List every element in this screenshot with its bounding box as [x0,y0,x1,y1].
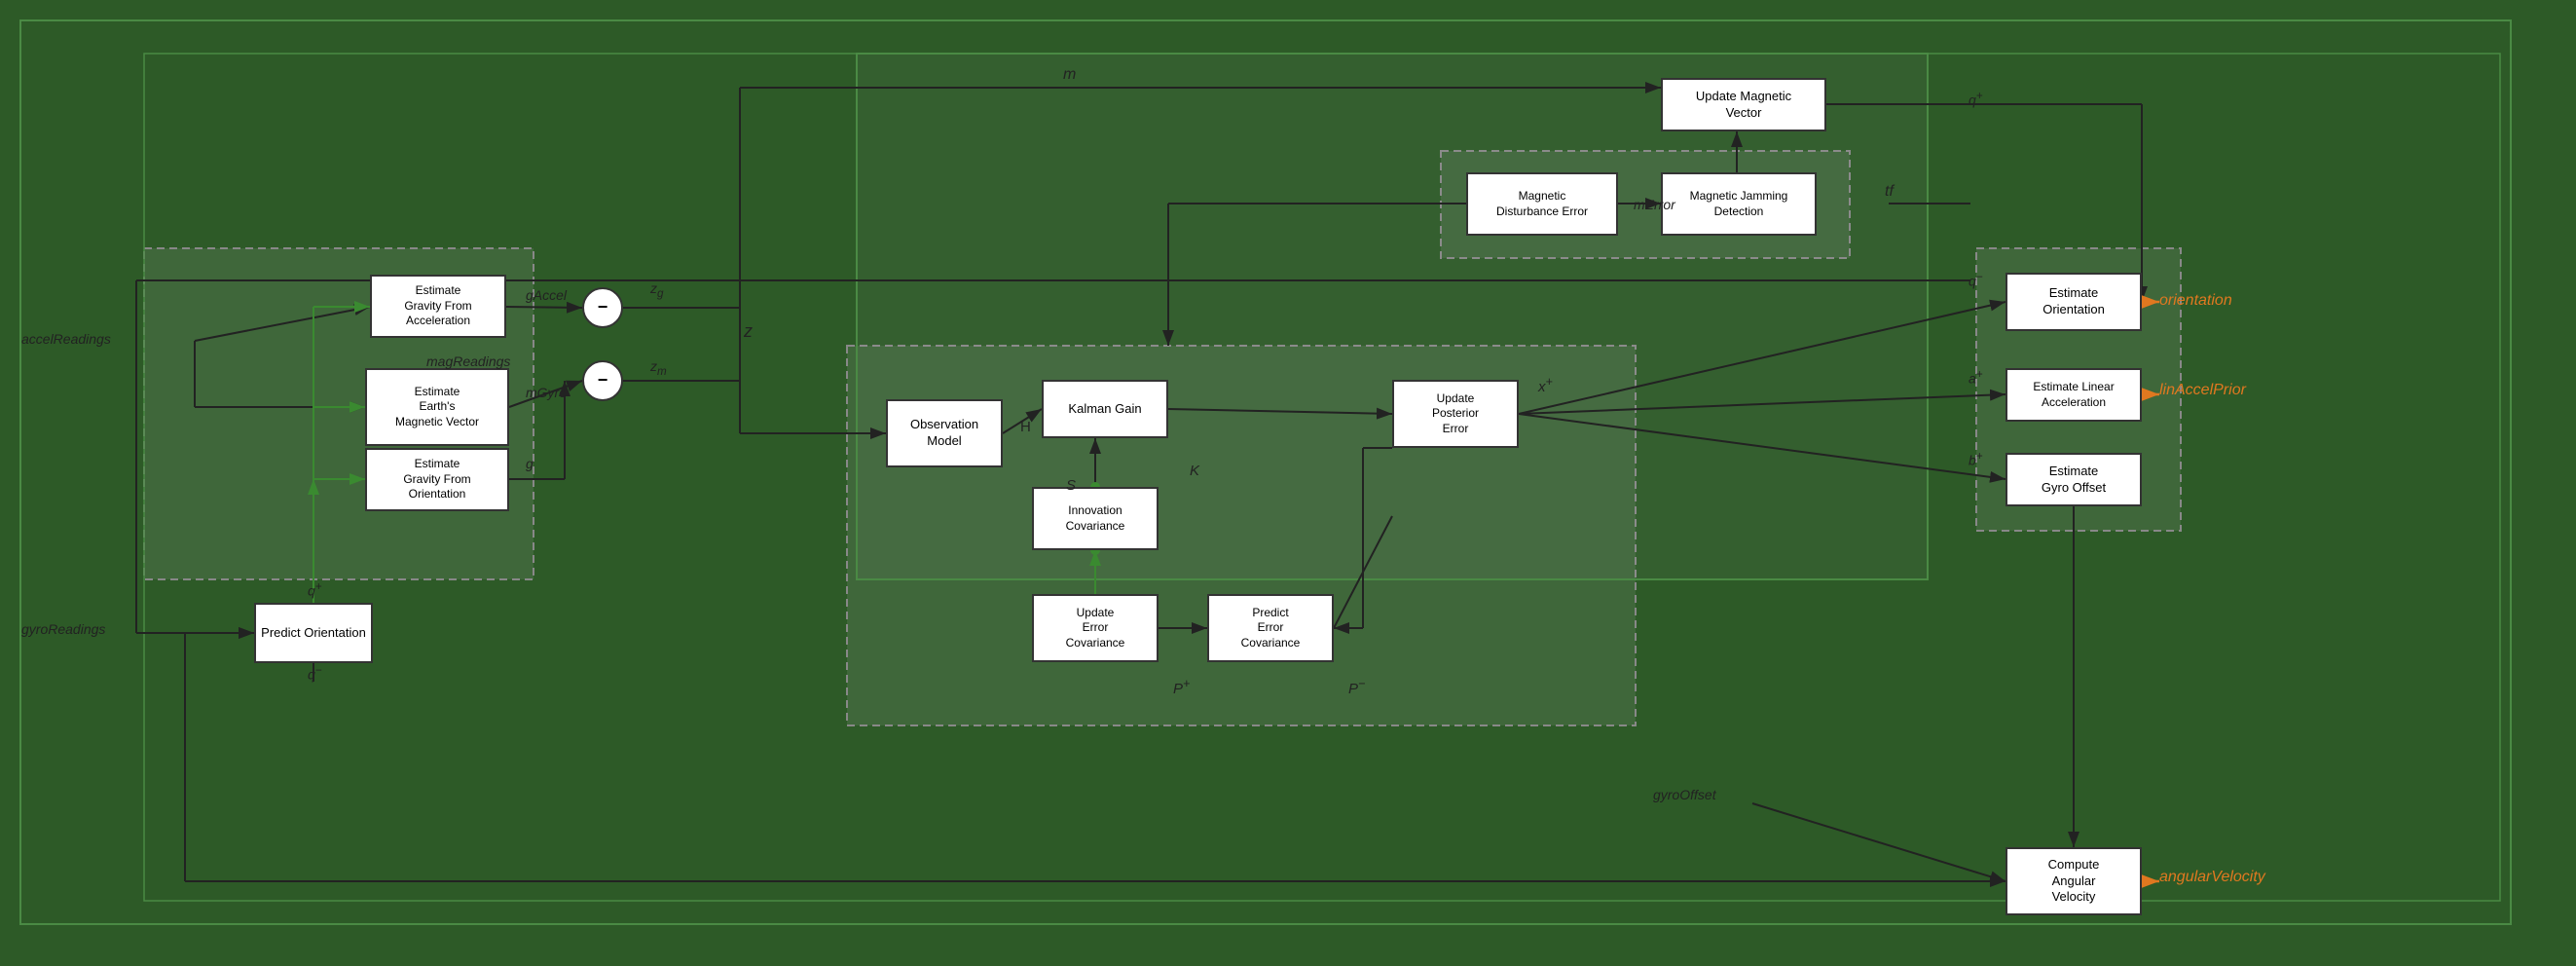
z-label: z [744,321,753,342]
q-minus-predict-label: q− [308,664,322,683]
s-label: S [1066,477,1076,494]
h-label: H [1020,419,1031,435]
tf-label: tf [1885,183,1894,201]
mag-jamming-block: Magnetic JammingDetection [1661,172,1817,236]
g-label: g [526,456,534,471]
m-error-label: mError [1634,197,1675,212]
update-posterior-block: UpdatePosteriorError [1392,380,1519,448]
estimate-gyro-offset-block: EstimateGyro Offset [2006,453,2142,506]
mag-readings-label: magReadings [426,353,510,369]
estimate-linear-accel-block: Estimate LinearAcceleration [2006,368,2142,422]
subtract-g-block: − [582,287,623,328]
q-plus-predict-label: q+ [308,580,322,599]
zm-label: zm [650,358,667,378]
x-plus-label: x+ [1538,375,1553,395]
estimate-gravity-accel-block: EstimateGravity FromAcceleration [370,275,506,338]
mag-disturbance-block: MagneticDisturbance Error [1466,172,1618,236]
predict-orientation-block: Predict Orientation [254,603,373,663]
q-plus-top-label: q+ [1969,90,1983,108]
gyro-offset-label: gyroOffset [1653,787,1716,802]
g-accel-label: gAccel [526,287,567,303]
m-top-label: m [1063,66,1076,84]
p-minus-label: P− [1348,677,1365,697]
k-label: K [1190,463,1199,479]
update-error-cov-block: UpdateErrorCovariance [1032,594,1159,662]
kalman-gain-block: Kalman Gain [1042,380,1168,438]
zg-label: zg [650,280,663,300]
estimate-orientation-block: EstimateOrientation [2006,273,2142,331]
gyro-readings-label: gyroReadings [21,621,105,637]
m-gyro-label: mGyro [526,385,567,400]
b-plus-label: b+ [1969,450,1983,468]
q-minus-top-label: q− [1969,271,1983,289]
innovation-cov-block: InnovationCovariance [1032,487,1159,550]
orientation-output-label: orientation [2159,292,2232,310]
accel-readings-label: accelReadings [21,331,111,347]
lin-accel-prior-label: linAccelPrior [2159,382,2246,399]
estimate-gravity-orient-block: EstimateGravity FromOrientation [365,448,509,511]
compute-angular-vel-block: ComputeAngularVelocity [2006,847,2142,915]
update-mag-vector-block: Update MagneticVector [1661,78,1826,131]
diagram-container: Predict Orientation EstimateGravity From… [0,0,2576,966]
angular-velocity-label: angularVelocity [2159,869,2265,886]
p-plus-label: P+ [1173,677,1190,697]
subtract-m-block: − [582,360,623,401]
observation-model-block: ObservationModel [886,399,1003,467]
predict-error-cov-block: PredictErrorCovariance [1207,594,1334,662]
a-plus-label: a+ [1969,368,1983,387]
estimate-earth-mag-block: EstimateEarth'sMagnetic Vector [365,368,509,446]
